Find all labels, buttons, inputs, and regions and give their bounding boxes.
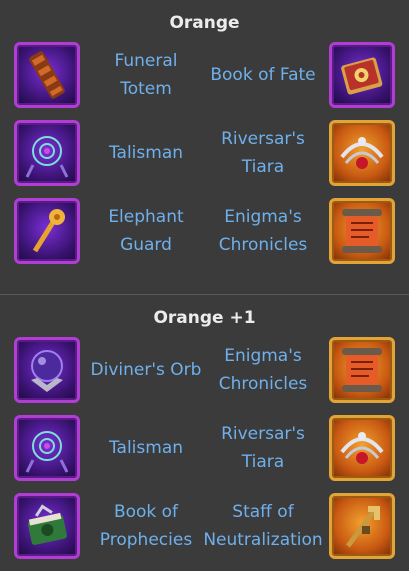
item-name[interactable]: Elephant Guard [84, 198, 208, 264]
tiara-icon[interactable] [329, 120, 395, 186]
item-name[interactable]: Talisman [84, 120, 208, 186]
book-icon[interactable] [329, 42, 395, 108]
tiara-icon[interactable] [329, 415, 395, 481]
talisman-icon[interactable] [14, 415, 80, 481]
scroll-icon[interactable] [329, 198, 395, 264]
staff-icon[interactable] [329, 493, 395, 559]
item-name[interactable]: Enigma's Chronicles [200, 198, 326, 264]
section-title: Orange [169, 13, 240, 33]
item-row: Funeral Totem Book of Fate [0, 42, 409, 120]
scroll-icon[interactable] [329, 337, 395, 403]
item-list: Orange Funeral Totem Book of Fate Talism… [0, 0, 409, 571]
section-title: Orange +1 [153, 308, 256, 328]
item-name[interactable]: Talisman [84, 415, 208, 481]
totem-icon[interactable] [14, 42, 80, 108]
item-row: Talisman Riversar's Tiara [0, 415, 409, 493]
item-name[interactable]: Diviner's Orb [84, 337, 208, 403]
item-row: Talisman Riversar's Tiara [0, 120, 409, 198]
item-row: Diviner's Orb Enigma's Chronicles [0, 337, 409, 415]
item-name[interactable]: Riversar's Tiara [200, 120, 326, 186]
orb-icon[interactable] [14, 337, 80, 403]
mace-icon[interactable] [14, 198, 80, 264]
item-name[interactable]: Funeral Totem [84, 42, 208, 108]
talisman-icon[interactable] [14, 120, 80, 186]
section-orange-plus-1: Orange +1 Diviner's Orb Enigma's Chronic… [0, 295, 409, 571]
section-orange: Orange Funeral Totem Book of Fate Talism… [0, 0, 409, 295]
item-row: Book of Prophecies Staff of Neutralizati… [0, 493, 409, 571]
item-name[interactable]: Riversar's Tiara [200, 415, 326, 481]
item-row: Elephant Guard Enigma's Chronicles [0, 198, 409, 276]
prophecy-book-icon[interactable] [14, 493, 80, 559]
item-name[interactable]: Enigma's Chronicles [200, 337, 326, 403]
item-name[interactable]: Book of Prophecies [84, 493, 208, 559]
item-name[interactable]: Book of Fate [200, 42, 326, 108]
item-name[interactable]: Staff of Neutralization [200, 493, 326, 559]
